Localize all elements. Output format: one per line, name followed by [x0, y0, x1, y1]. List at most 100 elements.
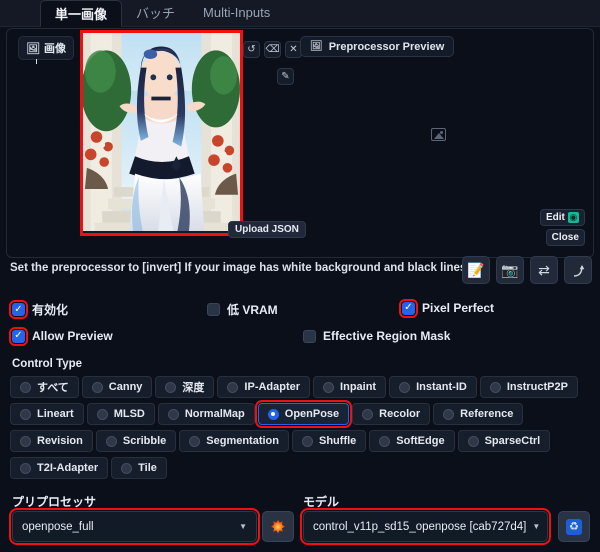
- curve-icon[interactable]: [564, 256, 592, 284]
- radio-icon[interactable]: [379, 435, 391, 447]
- checkbox-allow-preview-box[interactable]: ✓: [9, 326, 28, 346]
- image-subtab[interactable]: 🖼 画像: [18, 36, 74, 64]
- control-type-depth[interactable]: 深度: [155, 376, 215, 398]
- tab-multi-inputs[interactable]: Multi-Inputs: [189, 0, 284, 26]
- uploaded-image-preview[interactable]: [80, 30, 243, 236]
- refresh-models-button[interactable]: ♻: [558, 511, 590, 542]
- checkbox-effective-region-mask-box[interactable]: [303, 329, 316, 343]
- control-type-label: 深度: [182, 382, 205, 394]
- run-preprocessor-button[interactable]: [262, 511, 294, 542]
- radio-icon[interactable]: [121, 462, 133, 474]
- close-button-label: Close: [551, 232, 579, 243]
- radio-icon[interactable]: [96, 408, 108, 420]
- radio-icon[interactable]: [167, 408, 179, 420]
- checkbox-low-vram-box[interactable]: [207, 303, 220, 316]
- checkbox-pixel-perfect-box[interactable]: ✓: [399, 298, 418, 318]
- radio-icon[interactable]: [467, 435, 479, 447]
- control-type-reference[interactable]: Reference: [433, 403, 524, 425]
- control-type-label: NormalMap: [184, 408, 245, 420]
- control-type-sparsectrl[interactable]: SparseCtrl: [457, 430, 551, 452]
- control-type-mlsd[interactable]: MLSD: [86, 403, 155, 425]
- checkbox-effective-region-mask-label: Effective Region Mask: [323, 329, 451, 343]
- radio-icon[interactable]: [105, 435, 117, 447]
- control-type-label: Instant-ID: [416, 381, 467, 393]
- radio-icon[interactable]: [302, 435, 313, 447]
- radio-icon[interactable]: [20, 381, 31, 393]
- preprocessor-preview-dropzone[interactable]: 🖼 Preprocessor Preview: [300, 36, 455, 57]
- swap-arrows-icon[interactable]: ⇄: [530, 256, 558, 284]
- checkbox-allow-preview[interactable]: ✓ Allow Preview: [9, 326, 113, 346]
- chevron-down-icon: ▼: [532, 522, 541, 531]
- control-type-label: T2I-Adapter: [37, 462, 99, 474]
- controlnet-panel: 単一画像 バッチ Multi-Inputs 🖼 画像 Upload JSON ↺…: [0, 0, 600, 552]
- control-type-lineart[interactable]: Lineart: [10, 403, 84, 425]
- control-type-t2i-adapter[interactable]: T2I-Adapter: [10, 457, 109, 479]
- radio-icon[interactable]: [227, 381, 239, 393]
- radio-icon[interactable]: [489, 381, 501, 393]
- control-type-tile[interactable]: Tile: [111, 457, 167, 479]
- control-type-shuffle[interactable]: Shuffle: [292, 430, 367, 452]
- control-type-row: すべて Canny 深度 IP-Adapter Inpaint Instant-…: [10, 376, 592, 398]
- control-type-label: Scribble: [122, 435, 167, 447]
- preprocessor-select[interactable]: openpose_full ▼: [9, 508, 260, 545]
- control-type-all[interactable]: すべて: [10, 376, 79, 398]
- radio-icon[interactable]: [189, 435, 201, 447]
- control-type-label: Recolor: [379, 408, 421, 420]
- checkbox-enable[interactable]: ✓ 有効化: [9, 300, 69, 319]
- control-type-label: IP-Adapter: [244, 381, 301, 393]
- control-type-grid: すべて Canny 深度 IP-Adapter Inpaint Instant-…: [10, 376, 592, 484]
- control-type-instant-id[interactable]: Instant-ID: [389, 376, 477, 398]
- image-icon: 🖼: [310, 41, 323, 52]
- control-type-recolor[interactable]: Recolor: [352, 403, 431, 425]
- control-type-scribble[interactable]: Scribble: [95, 430, 177, 452]
- tab-single-image[interactable]: 単一画像: [40, 0, 123, 27]
- control-type-ip-adapter[interactable]: IP-Adapter: [217, 376, 311, 398]
- checkbox-effective-region-mask[interactable]: Effective Region Mask: [303, 329, 450, 343]
- control-type-openpose[interactable]: OpenPose: [254, 400, 353, 428]
- radio-icon[interactable]: [20, 462, 31, 474]
- radio-icon[interactable]: [399, 381, 411, 393]
- radio-icon[interactable]: [323, 381, 335, 393]
- control-type-normalmap[interactable]: NormalMap: [157, 403, 255, 425]
- radio-icon[interactable]: [165, 381, 177, 393]
- checkbox-enable-label: 有効化: [32, 303, 69, 317]
- close-button[interactable]: Close: [545, 229, 585, 246]
- hint-action-buttons: 📝 📷 ⇄: [462, 256, 592, 284]
- checkbox-enable-box[interactable]: ✓: [9, 300, 28, 319]
- model-select[interactable]: control_v11p_sd15_openpose [cab727d4] ▼: [300, 508, 551, 545]
- image-tool-buttons: ↺ ⌫ ✕: [243, 41, 302, 58]
- options-row-2: ✓ Allow Preview Effective Region Mask: [0, 326, 600, 351]
- radio-icon[interactable]: [443, 408, 455, 420]
- input-mode-tabs: 単一画像 バッチ Multi-Inputs: [0, 0, 600, 27]
- camera-icon[interactable]: 📷: [496, 256, 524, 284]
- radio-icon[interactable]: [91, 381, 103, 393]
- preprocessor-value: openpose_full: [22, 520, 94, 533]
- brush-icon[interactable]: ✎: [277, 68, 294, 85]
- control-type-label: OpenPose: [284, 408, 340, 420]
- control-type-canny[interactable]: Canny: [81, 376, 153, 398]
- control-type-instructp2p[interactable]: InstructP2P: [479, 376, 578, 398]
- control-type-label: Inpaint: [340, 381, 377, 393]
- radio-icon[interactable]: [267, 408, 279, 420]
- options-row-1: ✓ 有効化 低 VRAM ✓ Pixel Perfect: [0, 298, 600, 323]
- upload-json-button[interactable]: Upload JSON: [228, 221, 306, 238]
- eraser-icon[interactable]: ⌫: [264, 41, 281, 58]
- radio-icon[interactable]: [20, 408, 31, 420]
- radio-icon[interactable]: [362, 408, 374, 420]
- note-edit-icon[interactable]: 📝: [462, 256, 490, 284]
- checkbox-pixel-perfect[interactable]: ✓ Pixel Perfect: [399, 298, 494, 318]
- control-type-label: MLSD: [113, 408, 145, 420]
- edit-button[interactable]: Edit ◉: [540, 209, 585, 226]
- openpose-editor-icon: ◉: [567, 212, 579, 223]
- image-placeholder-icon: [431, 128, 446, 141]
- tab-batch[interactable]: バッチ: [122, 0, 189, 26]
- control-type-revision[interactable]: Revision: [10, 430, 93, 452]
- control-type-segmentation[interactable]: Segmentation: [179, 430, 289, 452]
- control-type-inpaint[interactable]: Inpaint: [313, 376, 387, 398]
- control-type-softedge[interactable]: SoftEdge: [369, 430, 455, 452]
- checkbox-low-vram[interactable]: 低 VRAM: [207, 301, 278, 318]
- radio-icon[interactable]: [20, 435, 31, 447]
- control-type-label: Segmentation: [206, 435, 279, 447]
- undo-icon[interactable]: ↺: [243, 41, 260, 58]
- checkbox-allow-preview-label: Allow Preview: [32, 329, 113, 343]
